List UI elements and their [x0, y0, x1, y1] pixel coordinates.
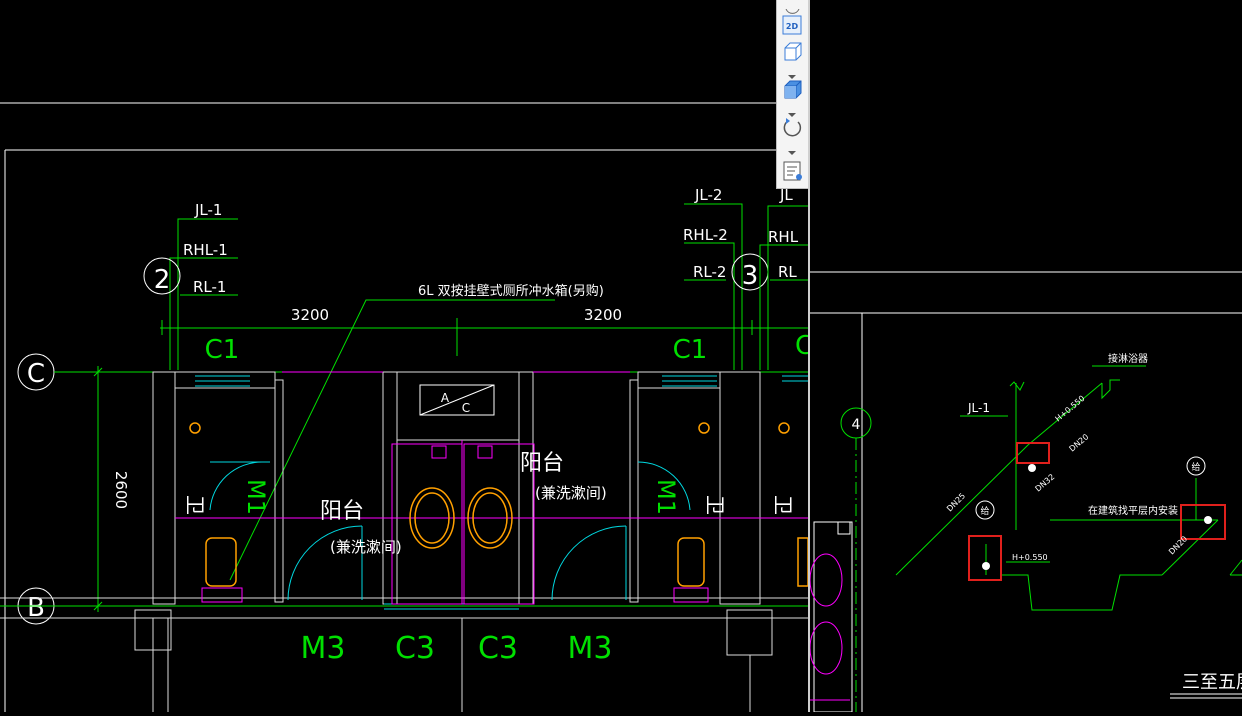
view-toolbar: 2D	[776, 0, 808, 189]
rotate-button[interactable]	[780, 116, 805, 138]
elevation-upper: H+0.550	[1054, 394, 1087, 424]
svg-text:给: 给	[980, 505, 989, 517]
svg-text:2: 2	[154, 265, 171, 295]
properties-button[interactable]	[780, 160, 805, 182]
box-view-icon	[784, 42, 802, 61]
svg-text:给: 给	[1191, 461, 1200, 473]
door-m3-left: M3	[301, 631, 346, 666]
svg-text:RL: RL	[778, 263, 797, 281]
shaded-box-icon	[784, 80, 802, 99]
svg-text:JL-2: JL-2	[694, 186, 722, 204]
room-balcony-left-sub: (兼洗漱间)	[330, 538, 402, 556]
pipe-size-4: DN20	[1167, 534, 1189, 556]
pipe-size-1: DN20	[1068, 432, 1091, 453]
svg-text:RHL: RHL	[768, 228, 799, 246]
left-strip-fixtures	[809, 521, 853, 713]
elevation-lower: H+0.550	[1012, 553, 1048, 562]
highlight-box-2	[968, 535, 1002, 581]
pipe-size-3: DN25	[945, 491, 967, 513]
label-shower: 接淋浴器	[1108, 352, 1148, 365]
right-cad-viewport[interactable]: 4 给 给 JL-1 接淋浴器 在建筑找平层内安装 H+0.550 H+0.55…	[809, 0, 1242, 713]
room-wei-1: 卫	[183, 495, 207, 515]
window-c1-right: C1	[673, 335, 708, 365]
wireframe-3d-button[interactable]	[780, 40, 805, 62]
svg-text:RHL-2: RHL-2	[683, 226, 728, 244]
chevron-down-icon[interactable]	[787, 104, 797, 117]
label-install: 在建筑找平层内安装	[1088, 504, 1178, 517]
door-c3-left: C3	[395, 631, 435, 666]
svg-text:RHL-1: RHL-1	[183, 241, 228, 259]
2d-view-icon: 2D	[782, 15, 802, 35]
chevron-down-icon[interactable]	[787, 142, 797, 155]
left-cad-viewport[interactable]: C B 2600 3200 3200 C1 C1 C JL-1 RHL-1 RL…	[0, 0, 813, 712]
properties-icon	[783, 161, 802, 181]
highlight-box-3	[1180, 504, 1226, 540]
orbit-icon[interactable]	[780, 0, 805, 14]
window-c1-left: C1	[205, 335, 240, 365]
svg-text:RL-1: RL-1	[193, 278, 226, 296]
system-diagram-drawing: 4 给 给 JL-1 接淋浴器 在建筑找平层内安装 H+0.550 H+0.55…	[809, 271, 1242, 713]
svg-text:2D: 2D	[786, 22, 799, 31]
svg-text:JL-1: JL-1	[194, 201, 222, 219]
axis-bubble-4: 4	[840, 407, 872, 712]
svg-text:A: A	[441, 391, 450, 405]
svg-text:3: 3	[742, 261, 759, 291]
axis-bubble-c: C	[17, 353, 55, 391]
door-m1-right: M1	[652, 479, 680, 515]
room-wei-2: 卫	[703, 495, 727, 515]
svg-text:C: C	[27, 359, 45, 389]
label-jl1: JL-1	[967, 401, 990, 415]
dim-2600: 2600	[112, 471, 130, 509]
2d-view-button[interactable]: 2D	[780, 14, 805, 36]
svg-text:C: C	[462, 401, 470, 415]
svg-text:4: 4	[852, 417, 861, 433]
rotate-icon	[783, 118, 802, 137]
door-m3-right: M3	[568, 631, 613, 666]
note-flush-tank: 6L 双按挂壁式厕所冲水箱(另购)	[418, 283, 604, 299]
door-c3-right: C3	[478, 631, 518, 666]
pipe-size-2: DN32	[1034, 472, 1057, 493]
dim-3200-right: 3200	[584, 306, 622, 324]
window-c-cut: C	[795, 331, 808, 361]
svg-text:RL-2: RL-2	[693, 263, 726, 281]
chevron-down-icon[interactable]	[787, 66, 797, 79]
floor-title: 三至五层	[1182, 672, 1242, 693]
shaded-3d-button[interactable]	[780, 78, 805, 100]
dim-3200-left: 3200	[291, 306, 329, 324]
room-balcony-right-sub: (兼洗漱间)	[535, 484, 607, 502]
highlight-box-1	[1016, 442, 1050, 464]
room-balcony-left: 阳台	[320, 499, 364, 524]
floor-plan-drawing: C B 2600 3200 3200 C1 C1 C JL-1 RHL-1 RL…	[0, 102, 813, 712]
door-m1-left: M1	[242, 479, 270, 515]
room-wei-3: 卫	[771, 495, 795, 515]
room-balcony-right: 阳台	[520, 451, 564, 476]
